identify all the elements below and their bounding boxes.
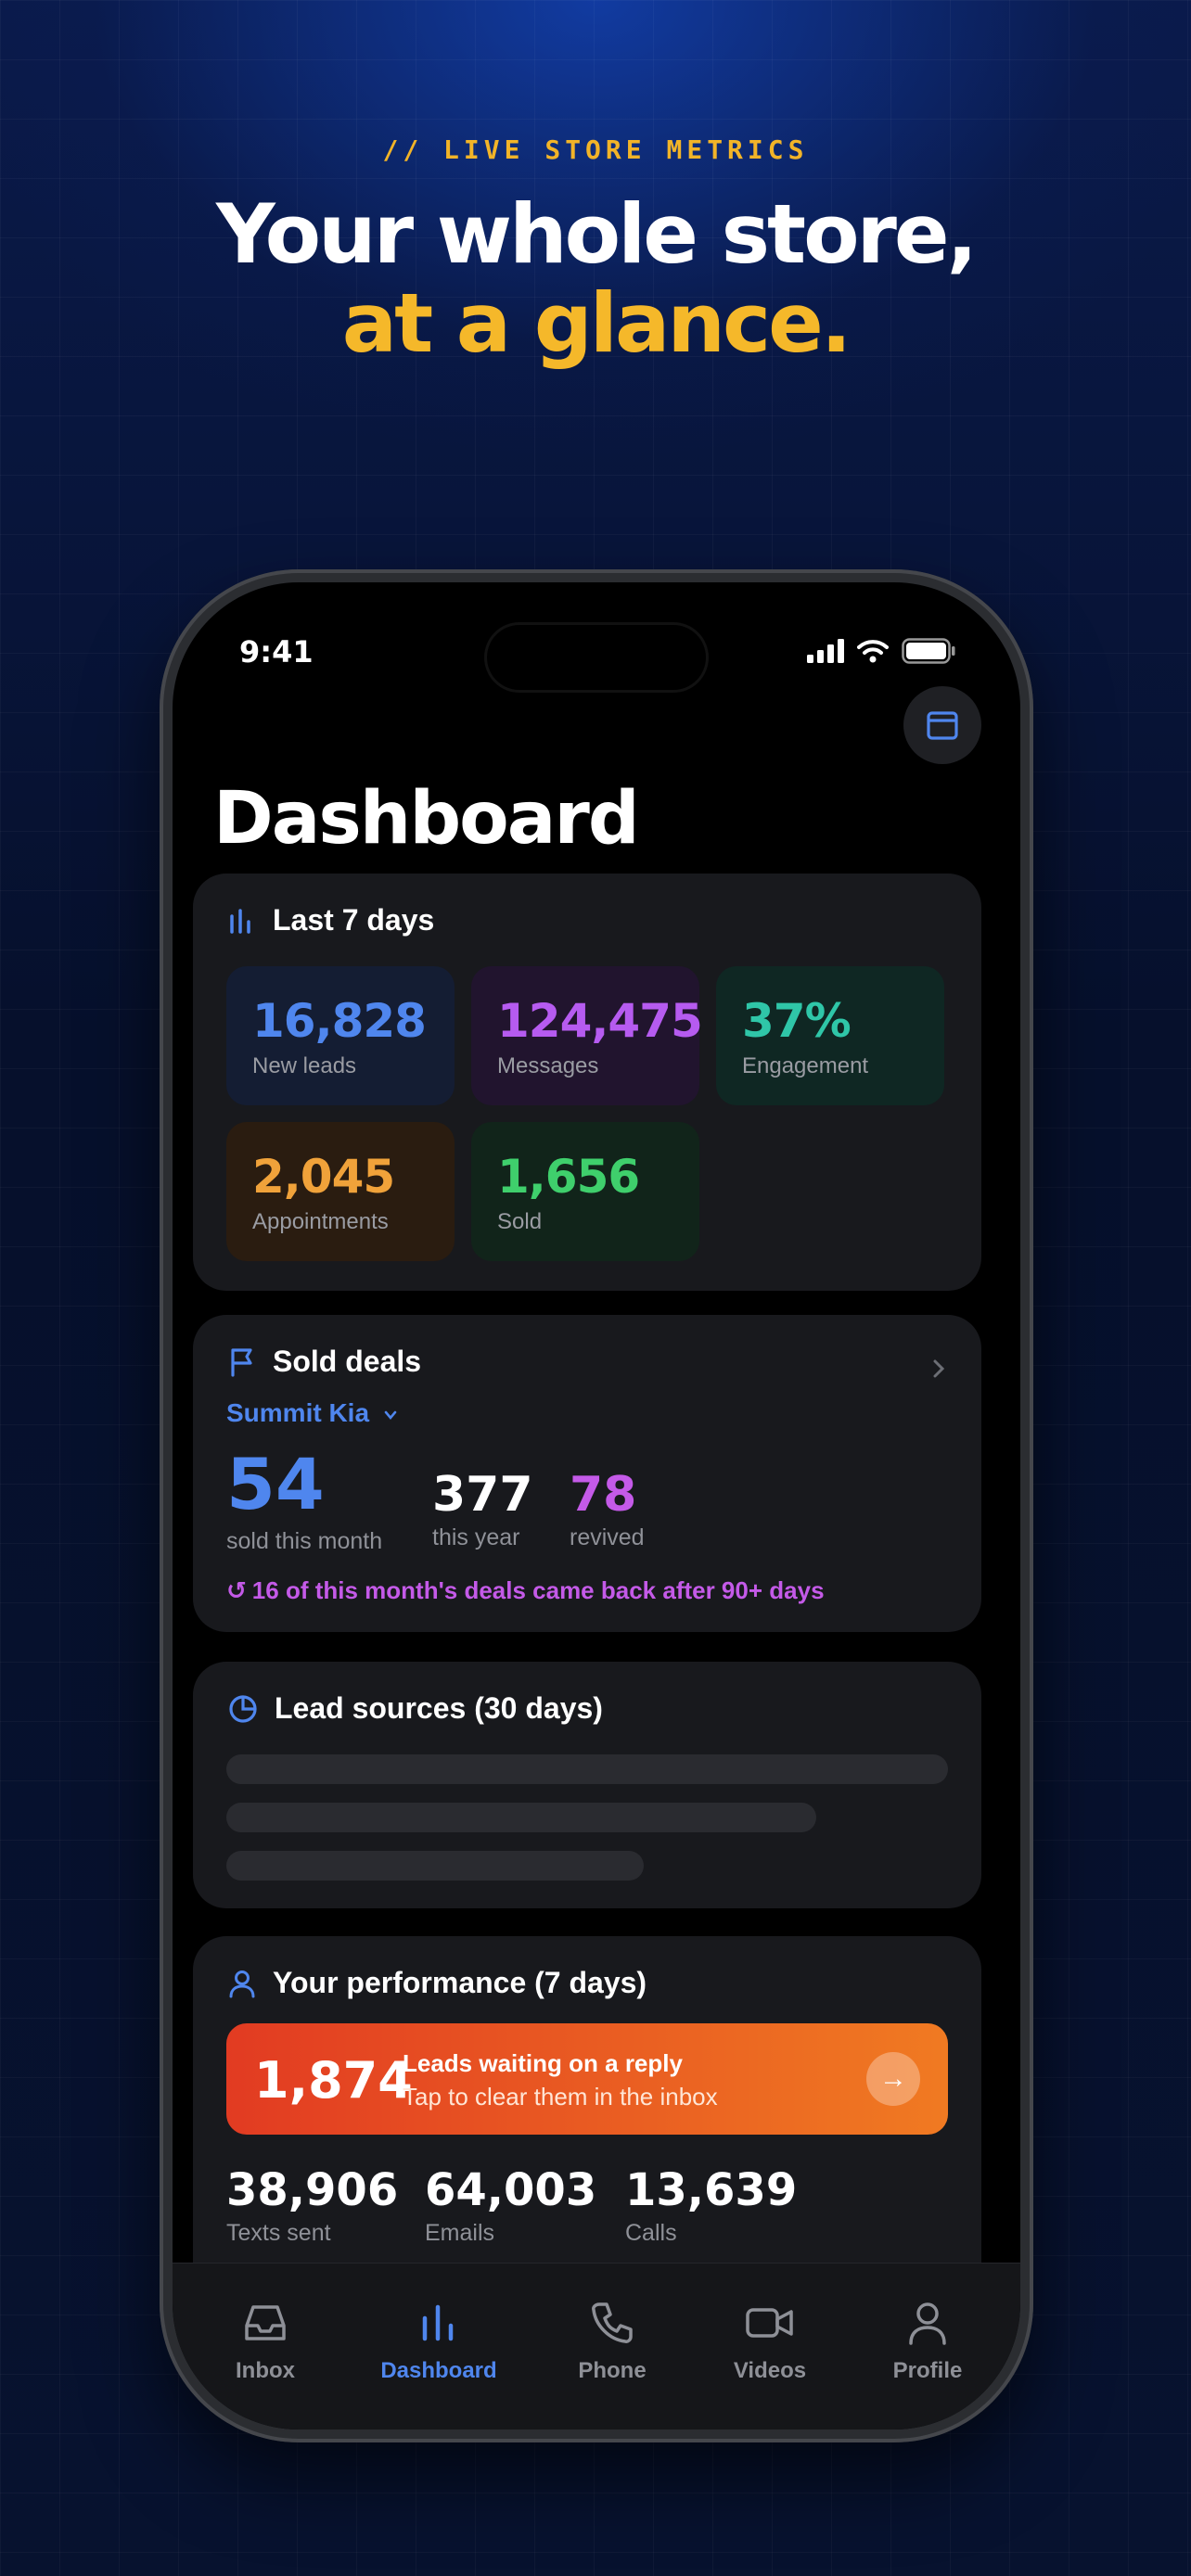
status-bar: 9:41: [173, 625, 1020, 690]
tab-phone[interactable]: Phone: [529, 2297, 696, 2384]
tab-dashboard[interactable]: Dashboard: [355, 2297, 522, 2384]
leads-waiting-button[interactable]: 1,874 Leads waiting on a reply Tap to cl…: [226, 2023, 948, 2135]
tab-inbox-label: Inbox: [236, 2358, 295, 2383]
loading-skeleton-bar: [226, 1754, 948, 1784]
wifi-icon: [857, 640, 889, 663]
headline: Your whole store, at a glance.: [0, 190, 1191, 368]
metric-value: 16,828: [252, 994, 427, 1048]
loading-skeleton-bar: [226, 1803, 816, 1832]
texts-sent-value: 38,906: [226, 2164, 399, 2216]
metric-tile[interactable]: 1,656 Sold: [471, 1122, 699, 1261]
last-7-days-title: Last 7 days: [273, 903, 435, 937]
headline-line-1: Your whole store,: [215, 186, 978, 282]
tab-videos[interactable]: Videos: [686, 2297, 853, 2384]
headline-line-2: at a glance.: [341, 275, 852, 371]
phone-frame: 9:41 Dashboard Last 7 days 16,828 New le…: [160, 569, 1033, 2442]
revived-note-text: 16 of this month's deals came back after…: [251, 1576, 825, 1604]
store-name: Summit Kia: [226, 1398, 370, 1427]
sold-year-value: 377: [432, 1467, 533, 1523]
chevron-down-icon: [384, 1410, 397, 1420]
metric-value: 1,656: [497, 1150, 640, 1204]
calendar-icon: [927, 711, 958, 740]
leads-waiting-subtitle: Tap to clear them in the inbox: [403, 2083, 718, 2111]
revived-value: 78: [570, 1467, 637, 1523]
metric-label: New leads: [252, 1053, 357, 1078]
sold-month-value: 54: [226, 1443, 325, 1525]
page-title: Dashboard: [213, 777, 640, 861]
calls-label: Calls: [625, 2220, 677, 2246]
lead-sources-card: Lead sources (30 days): [193, 1662, 981, 1908]
last-7-days-header: Last 7 days: [228, 903, 434, 937]
tab-inbox[interactable]: Inbox: [182, 2297, 349, 2384]
lead-sources-header: Lead sources (30 days): [228, 1691, 603, 1726]
status-time: 9:41: [239, 634, 314, 670]
lead-sources-title: Lead sources (30 days): [275, 1691, 603, 1725]
sold-month-label: sold this month: [226, 1528, 383, 1554]
chevron-right-icon[interactable]: [931, 1358, 946, 1380]
signal-icon: [807, 639, 844, 663]
user-icon: [229, 1970, 255, 1997]
eyebrow-text: // LIVE STORE METRICS: [382, 134, 809, 165]
tab-phone-label: Phone: [578, 2358, 647, 2383]
tab-profile-label: Profile: [892, 2358, 963, 2383]
sold-deals-title: Sold deals: [273, 1345, 422, 1378]
arrow-right-icon[interactable]: →: [866, 2052, 920, 2106]
emails-label: Emails: [425, 2220, 495, 2246]
pie-chart-icon: [229, 1694, 257, 1723]
inbox-icon: [245, 2305, 286, 2340]
leads-waiting-count: 1,874: [254, 2051, 413, 2110]
user-icon: [909, 2302, 946, 2345]
metric-value: 124,475: [497, 994, 703, 1048]
phone-icon: [592, 2302, 633, 2343]
metric-tile[interactable]: 37% Engagement: [716, 966, 944, 1105]
tab-profile[interactable]: Profile: [844, 2297, 1011, 2384]
dynamic-island: [487, 625, 706, 690]
metric-value: 2,045: [252, 1150, 395, 1204]
sold-deals-card[interactable]: Sold deals Summit Kia 54 sold this month…: [193, 1315, 981, 1632]
last-7-days-card: Last 7 days 16,828 New leads 124,475 Messag…: [193, 874, 981, 1291]
metric-value: 37%: [742, 994, 852, 1048]
tab-dashboard-label: Dashboard: [380, 2358, 497, 2383]
loading-skeleton-bar: [226, 1851, 644, 1881]
metric-label: Sold: [497, 1209, 543, 1234]
tab-bar: Inbox Dashboard Phone Videos Profile: [173, 2263, 1020, 2429]
sold-year-label: this year: [432, 1524, 520, 1550]
performance-title: Your performance (7 days): [273, 1966, 647, 1999]
calls-value: 13,639: [625, 2164, 798, 2216]
sold-deals-header: Sold deals: [228, 1345, 421, 1379]
phone-screen: 9:41 Dashboard Last 7 days 16,828 New le…: [173, 582, 1020, 2429]
metric-tile[interactable]: 16,828 New leads: [226, 966, 455, 1105]
video-icon: [746, 2308, 793, 2338]
revive-icon: ↺: [226, 1576, 247, 1604]
metric-label: Messages: [497, 1053, 599, 1078]
store-selector[interactable]: Summit Kia: [226, 1398, 399, 1428]
metric-tile[interactable]: 2,045 Appointments: [226, 1122, 455, 1261]
emails-value: 64,003: [425, 2164, 597, 2216]
revived-label: revived: [570, 1524, 645, 1550]
performance-header: Your performance (7 days): [228, 1966, 647, 2000]
revived-note: ↺ 16 of this month's deals came back afte…: [226, 1576, 825, 1605]
texts-sent-label: Texts sent: [226, 2220, 331, 2246]
leads-waiting-title: Leads waiting on a reply: [403, 2049, 683, 2077]
bar-chart-icon: [230, 908, 250, 934]
battery-icon: [902, 638, 955, 664]
flag-icon: [231, 1347, 252, 1377]
metric-label: Appointments: [252, 1209, 389, 1234]
metric-tile[interactable]: 124,475 Messages: [471, 966, 703, 1105]
metric-label: Engagement: [742, 1053, 869, 1078]
status-icons: [807, 638, 955, 664]
calendar-button[interactable]: [903, 686, 981, 764]
tab-videos-label: Videos: [733, 2358, 807, 2383]
bar-chart-icon: [422, 2304, 454, 2341]
